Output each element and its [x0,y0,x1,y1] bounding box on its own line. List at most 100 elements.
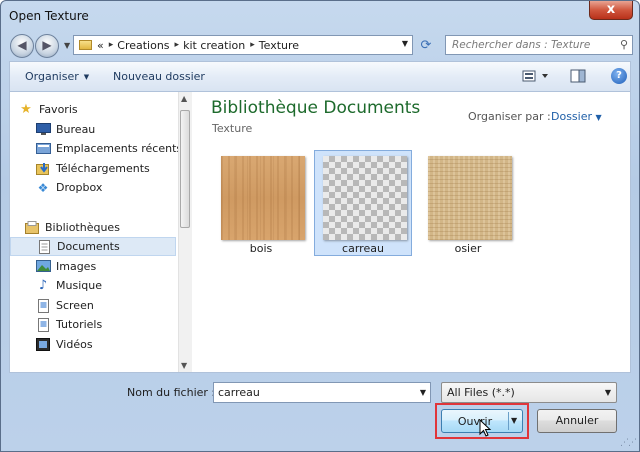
resize-grip-icon[interactable]: ⋰⋰ [620,438,637,448]
arrange-by-value: Dossier [551,110,593,123]
sidebar-item-label: Images [56,260,97,273]
organize-label: Organiser [25,70,79,83]
open-texture-dialog: Open Texture x ◀ ▶ ▼ « ▸ Creations ▸ kit… [0,0,640,452]
refresh-icon[interactable]: ⟳ [416,37,436,55]
favorites-label: Favoris [39,103,78,116]
chevron-down-icon: ▼ [595,113,602,122]
sidebar-item-musique[interactable]: ♪ Musique [35,276,201,295]
recent-locations-dropdown-icon[interactable]: ▼ [64,41,70,50]
filename-dropdown-icon[interactable]: ▼ [420,388,426,397]
help-button[interactable]: ? [611,68,627,84]
scroll-up-icon[interactable]: ▲ [181,94,187,103]
wicker-texture-thumbnail [428,156,512,240]
navigation-pane: ★ Favoris Bureau Emplacements récents Té… [10,92,182,372]
search-icon[interactable]: ⚲ [620,38,628,51]
sidebar-favorites-header[interactable]: ★ Favoris [18,100,184,119]
file-name: bois [249,242,273,255]
sidebar-item-telechargements[interactable]: Téléchargements [35,159,201,178]
address-dropdown-icon[interactable]: ▼ [402,39,408,48]
music-icon: ♪ [38,277,48,293]
breadcrumb-creations[interactable]: Creations [117,39,169,52]
sidebar-item-tutoriels[interactable]: Tutoriels [35,315,201,334]
sidebar-item-documents[interactable]: Documents [10,237,176,256]
sidebar-item-label: Téléchargements [56,162,150,175]
folder-icon [79,40,92,50]
window-title: Open Texture [9,9,89,23]
new-folder-button[interactable]: Nouveau dossier [113,70,205,83]
file-tile-osier[interactable]: osier [419,150,517,256]
dialog-footer: Nom du fichier : carreau ▼ All Files (*.… [1,373,639,451]
mouse-cursor-icon [479,419,492,437]
desktop-icon [35,122,51,137]
breadcrumb-separator-icon[interactable]: ▸ [175,40,180,50]
dropbox-icon: ❖ [37,180,49,195]
navigation-bar: ◀ ▶ ▼ « ▸ Creations ▸ kit creation ▸ Tex… [1,31,639,59]
sidebar-item-label: Documents [57,240,120,253]
library-folder-icon [35,298,51,313]
sidebar-item-label: Vidéos [56,338,93,351]
close-button[interactable]: x [589,1,633,20]
filename-input[interactable]: carreau ▼ [213,382,431,403]
filetype-value: All Files (*.*) [447,386,515,399]
wood-texture-thumbnail [221,156,305,240]
command-toolbar: Organiser ▼ Nouveau dossier ? [9,61,631,91]
library-subtitle: Texture [212,122,253,135]
breadcrumb-texture[interactable]: Texture [259,39,299,52]
back-button[interactable]: ◀ [10,34,34,58]
sidebar-item-label: Bureau [56,123,96,136]
sidebar-item-emplacements-recents[interactable]: Emplacements récents [35,139,201,158]
preview-pane-button[interactable] [570,69,586,86]
downloads-folder-icon [35,162,51,176]
forward-button[interactable]: ▶ [35,34,59,58]
cancel-button[interactable]: Annuler [537,409,617,433]
address-bar[interactable]: « ▸ Creations ▸ kit creation ▸ Texture ▼ [73,35,413,55]
library-title: Bibliothèque Documents [211,98,421,118]
file-name: osier [454,242,482,255]
view-icon [522,70,548,82]
sidebar-item-label: Tutoriels [56,318,103,331]
navigation-scrollbar[interactable]: ▲ ▼ [178,92,192,372]
recent-places-icon [35,142,51,156]
content-area: ★ Favoris Bureau Emplacements récents Té… [9,91,631,373]
checker-texture-thumbnail [323,156,407,240]
file-tile-bois[interactable]: bois [212,150,310,256]
filename-value[interactable]: carreau [218,386,260,399]
sidebar-item-label: Screen [56,299,94,312]
sidebar-item-images[interactable]: Images [35,257,201,276]
libraries-icon [24,220,40,235]
sidebar-item-bureau[interactable]: Bureau [35,120,201,139]
search-input[interactable]: Rechercher dans : Texture ⚲ [445,35,633,55]
scrollbar-thumb[interactable] [180,110,190,228]
address-overflow-indicator[interactable]: « [97,39,104,52]
filetype-select[interactable]: All Files (*.*) ▼ [441,382,617,403]
sidebar-item-dropbox[interactable]: ❖ Dropbox [35,178,201,197]
chevron-down-icon: ▼ [604,388,611,397]
arrange-by-label: Organiser par : [468,110,551,123]
sidebar-item-label: Dropbox [56,181,103,194]
chevron-down-icon: ▼ [83,73,90,81]
filename-label: Nom du fichier : [127,386,216,399]
sidebar-item-label: Emplacements récents [56,142,183,155]
view-options-button[interactable] [522,69,550,86]
sidebar-item-screen[interactable]: Screen [35,296,201,315]
organize-menu-button[interactable]: Organiser ▼ [25,70,89,83]
file-name: carreau [342,242,384,255]
search-placeholder: Rechercher dans : Texture [452,39,591,51]
sidebar-libraries-header[interactable]: Bibliothèques [24,218,190,237]
preview-pane-icon [570,69,586,83]
images-icon [35,259,51,274]
sidebar-item-label: Musique [56,279,102,292]
film-icon [35,337,51,352]
library-folder-icon [35,317,51,332]
file-view: Bibliothèque Documents Texture Organiser… [193,92,630,372]
title-bar: Open Texture x [1,1,639,29]
documents-icon [36,239,52,254]
file-tile-carreau[interactable]: carreau [314,150,412,256]
breadcrumb-kit-creation[interactable]: kit creation [183,39,245,52]
scroll-down-icon[interactable]: ▼ [181,361,187,370]
sidebar-item-videos[interactable]: Vidéos [35,335,201,354]
breadcrumb-separator-icon[interactable]: ▸ [109,40,114,50]
breadcrumb-separator-icon[interactable]: ▸ [250,40,255,50]
arrange-by-dropdown[interactable]: Dossier ▼ [551,110,602,123]
star-icon: ★ [20,101,32,117]
